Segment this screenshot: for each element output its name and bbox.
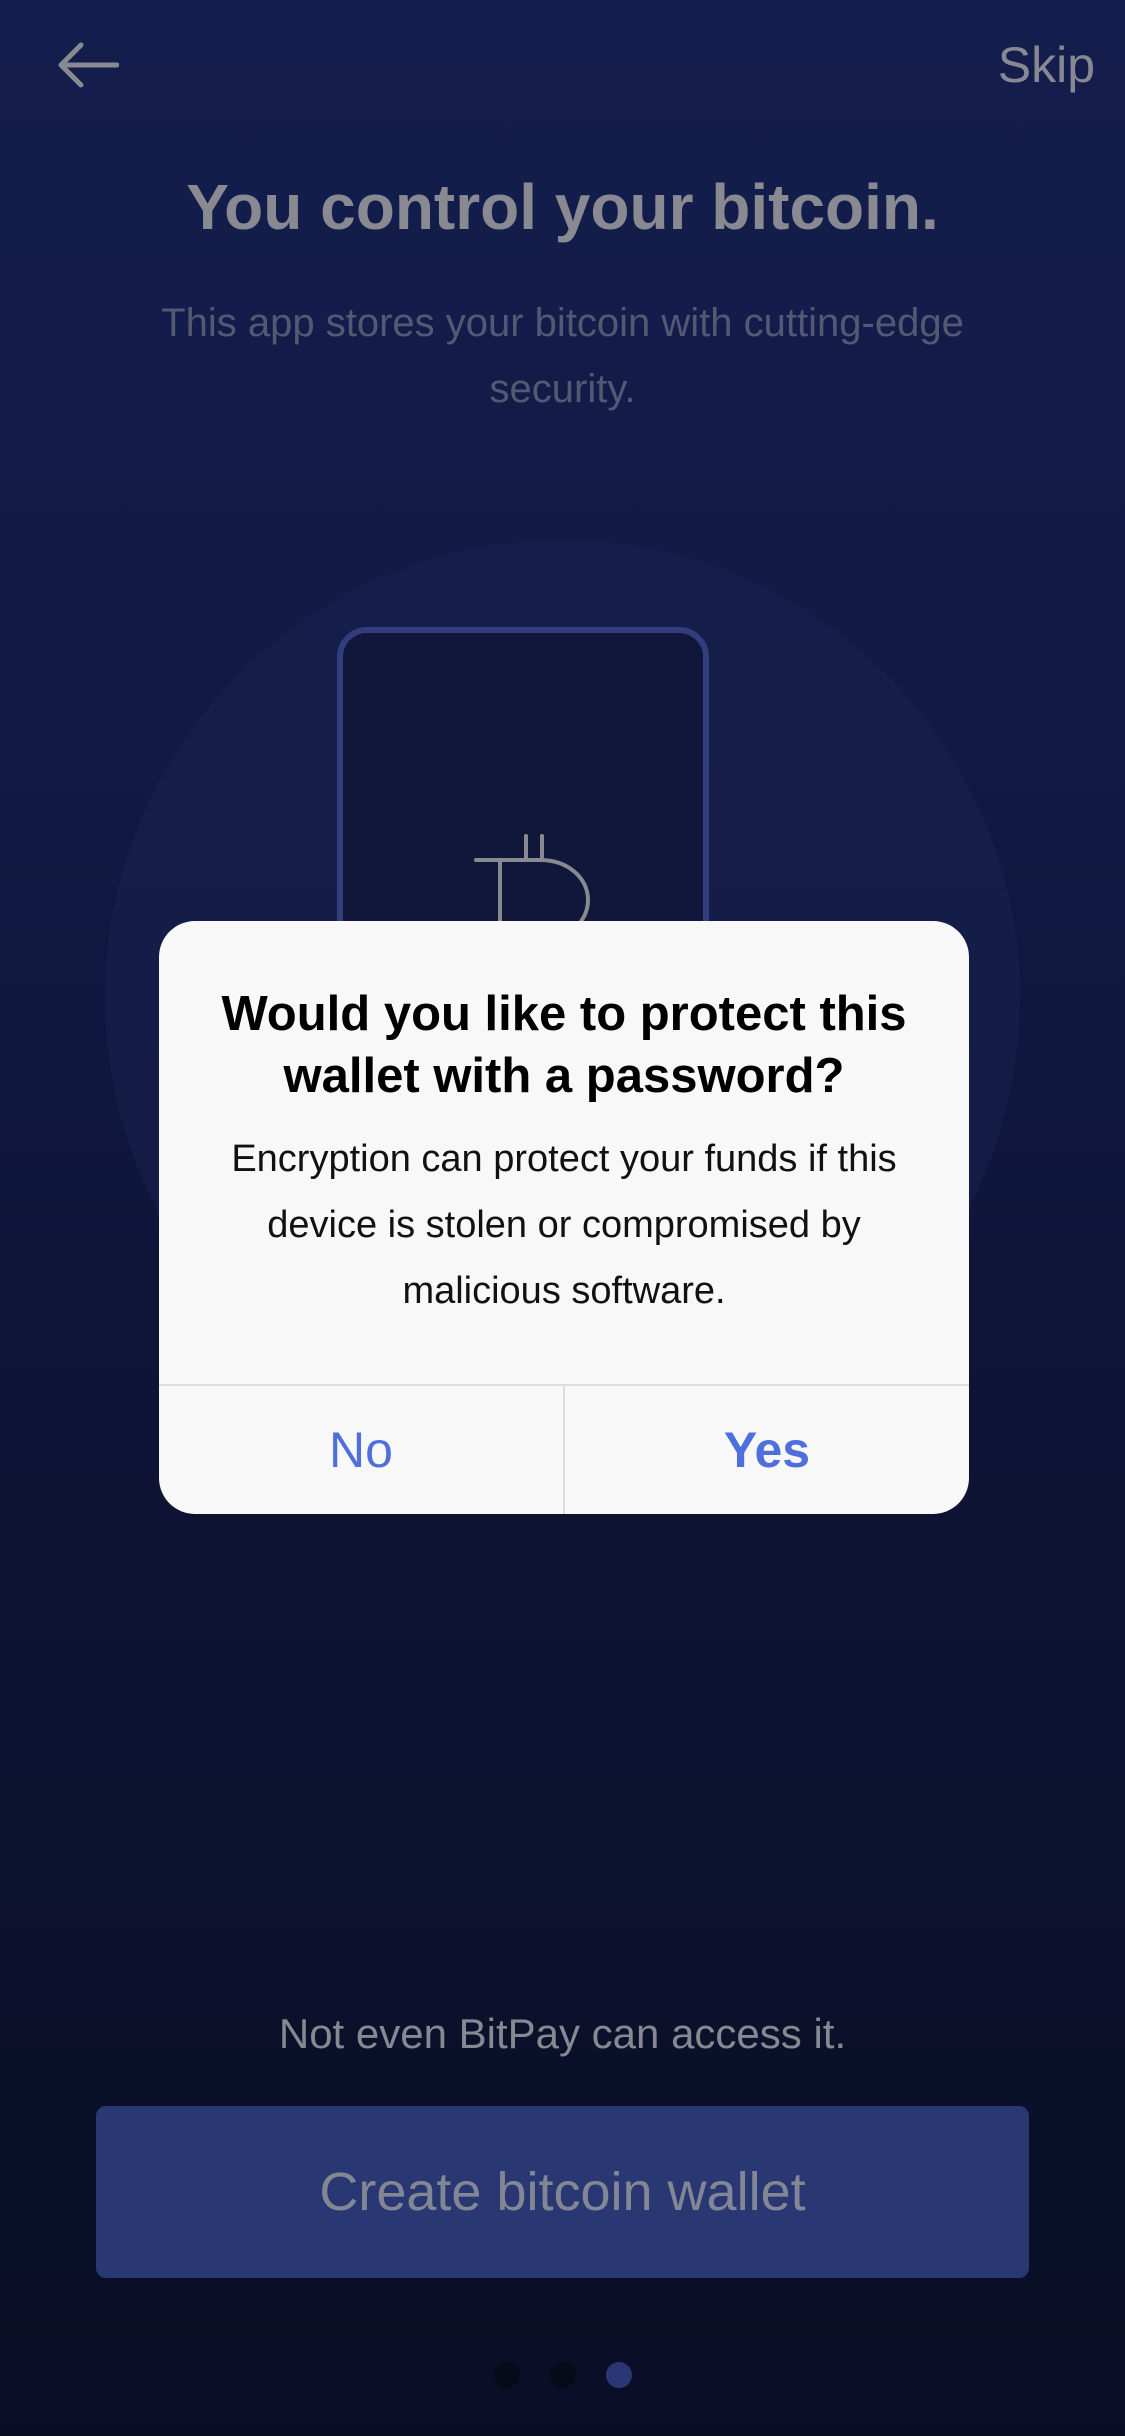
onboarding-screen: Skip You control your bitcoin. This app … xyxy=(0,0,1125,2436)
dialog-title: Would you like to protect this wallet wi… xyxy=(221,987,907,1103)
dialog-actions: No Yes xyxy=(159,1384,969,1514)
yes-button[interactable]: Yes xyxy=(565,1386,969,1514)
dialog-message: Encryption can protect your funds if thi… xyxy=(231,1138,897,1312)
no-button[interactable]: No xyxy=(159,1386,565,1514)
password-prompt-dialog: Would you like to protect this wallet wi… xyxy=(159,921,969,1514)
